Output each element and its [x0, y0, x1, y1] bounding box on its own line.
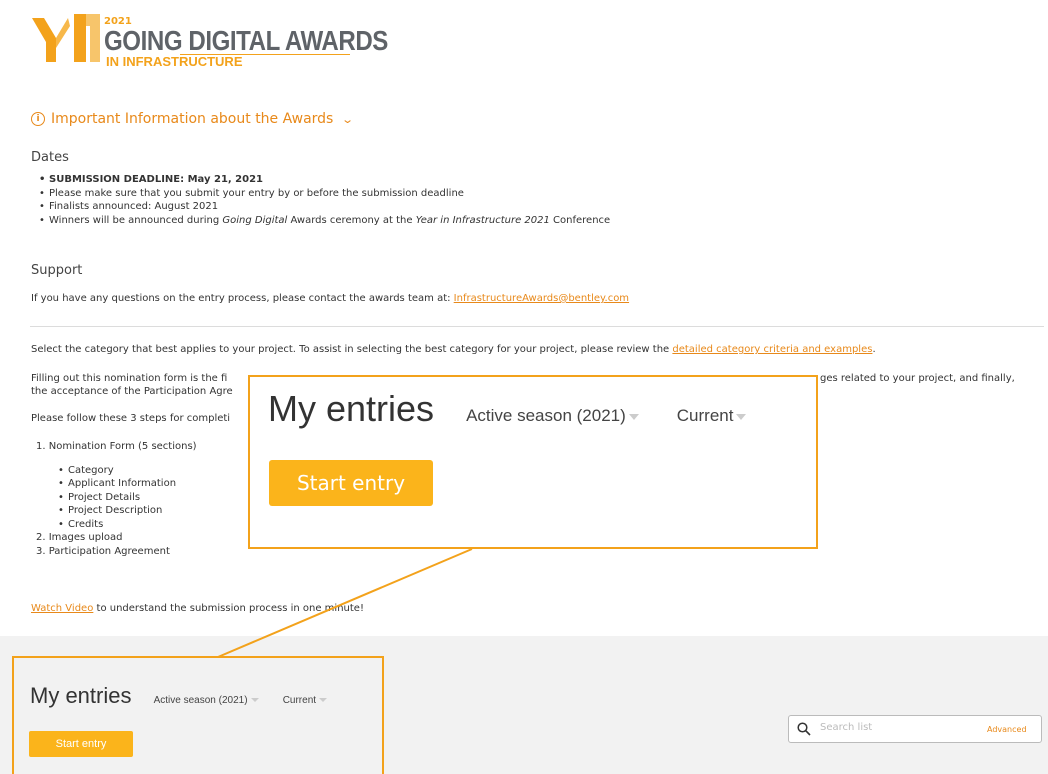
step-one: 1. Nomination Form (5 sections)	[36, 441, 197, 452]
caret-down-icon	[736, 413, 747, 420]
support-heading: Support	[31, 263, 83, 278]
my-entries-title: My entries Active season (2021) Current	[30, 683, 328, 709]
logo-subtitle: IN INFRASTRUCTURE	[106, 54, 243, 69]
zoom-season-label: Active season (2021)	[466, 406, 626, 425]
select-text: Select the category that best applies to…	[31, 344, 673, 355]
winners-text: Awards ceremony at the	[287, 214, 416, 226]
logo-text: 2021 GOING DIGITAL AWARDS IN INFRASTRUCT…	[104, 17, 434, 69]
divider	[30, 326, 1044, 327]
winners-italic: Year in Infrastructure 2021	[415, 214, 550, 226]
logo-title: GOING DIGITAL AWARDS	[104, 25, 388, 56]
search-icon	[797, 722, 811, 736]
season-label: Active season (2021)	[153, 695, 248, 706]
start-entry-button[interactable]: Start entry	[29, 731, 133, 757]
list-item: Applicant Information	[58, 477, 197, 491]
zoom-season-dropdown[interactable]: Active season (2021)	[466, 406, 639, 425]
list-item: Winners will be announced during Going D…	[39, 214, 611, 228]
step-two: 2. Images upload	[36, 532, 123, 543]
caret-down-icon	[250, 698, 259, 703]
caret-down-icon	[319, 698, 328, 703]
steps-list: 1. Nomination Form (5 sections) Category…	[36, 440, 197, 558]
filling-line-1-right: ges related to your project, and finally…	[820, 373, 1015, 384]
zoom-filter-dropdown[interactable]: Current	[677, 406, 747, 425]
list-item: Finalists announced: August 2021	[39, 200, 610, 214]
steps-intro: Please follow these 3 steps for completi	[31, 413, 231, 424]
step-one-sections: Category Applicant Information Project D…	[50, 464, 197, 532]
step-three: 3. Participation Agreement	[36, 545, 170, 557]
my-entries-label: My entries	[30, 683, 132, 708]
dates-section: Dates SUBMISSION DEADLINE: May 21, 2021 …	[31, 150, 610, 227]
zoom-filter-label: Current	[676, 406, 734, 425]
filter-dropdown[interactable]: Current	[282, 695, 328, 706]
search-placeholder: Search list	[820, 722, 873, 733]
watch-video-text: Watch Video to understand the submission…	[31, 602, 364, 616]
zoom-my-entries-label: My entries	[268, 388, 435, 429]
important-info-label: Important Information about the Awards	[51, 111, 334, 127]
zoom-start-entry-button[interactable]: Start entry	[269, 460, 433, 506]
select-end: .	[872, 344, 876, 355]
logo-mark-icon	[32, 14, 100, 62]
chevron-down-icon: ⌄	[341, 112, 355, 126]
support-section: Support If you have any questions on the…	[31, 263, 629, 306]
list-item: Project Description	[58, 504, 197, 518]
important-info-toggle[interactable]: i Important Information about the Awards…	[31, 111, 355, 127]
caret-down-icon	[628, 413, 639, 420]
list-item: Category	[58, 464, 197, 478]
category-criteria-link[interactable]: detailed category criteria and examples	[672, 344, 872, 355]
list-item: Credits	[58, 518, 197, 532]
dates-heading: Dates	[31, 150, 69, 165]
select-category-text: Select the category that best applies to…	[31, 343, 876, 357]
winners-italic: Going Digital	[222, 214, 288, 226]
logo-underline	[180, 54, 350, 55]
filling-line-1: Filling out this nomination form is the …	[31, 373, 228, 384]
support-email-link[interactable]: InfrastructureAwards@bentley.com	[454, 293, 629, 304]
watch-video-link[interactable]: Watch Video	[31, 603, 93, 614]
filter-label: Current	[282, 695, 317, 706]
list-item: Project Details	[58, 491, 197, 505]
list-item: Please make sure that you submit your en…	[39, 187, 610, 201]
winners-text: Conference	[549, 214, 611, 226]
filling-line-2: the acceptance of the Participation Agre	[31, 386, 233, 397]
zoom-entries-header: My entries Active season (2021) Current	[268, 388, 747, 430]
dates-list: SUBMISSION DEADLINE: May 21, 2021 Please…	[31, 173, 610, 227]
list-item: SUBMISSION DEADLINE: May 21, 2021	[39, 173, 610, 187]
info-icon: i	[31, 112, 45, 126]
winners-text: Winners will be announced during	[49, 214, 223, 226]
support-text: If you have any questions on the entry p…	[31, 292, 629, 306]
watch-video-desc: to understand the submission process in …	[93, 603, 364, 614]
support-text-label: If you have any questions on the entry p…	[31, 293, 454, 304]
advanced-search-link[interactable]: Advanced	[987, 725, 1027, 734]
season-dropdown[interactable]: Active season (2021)	[154, 695, 259, 706]
